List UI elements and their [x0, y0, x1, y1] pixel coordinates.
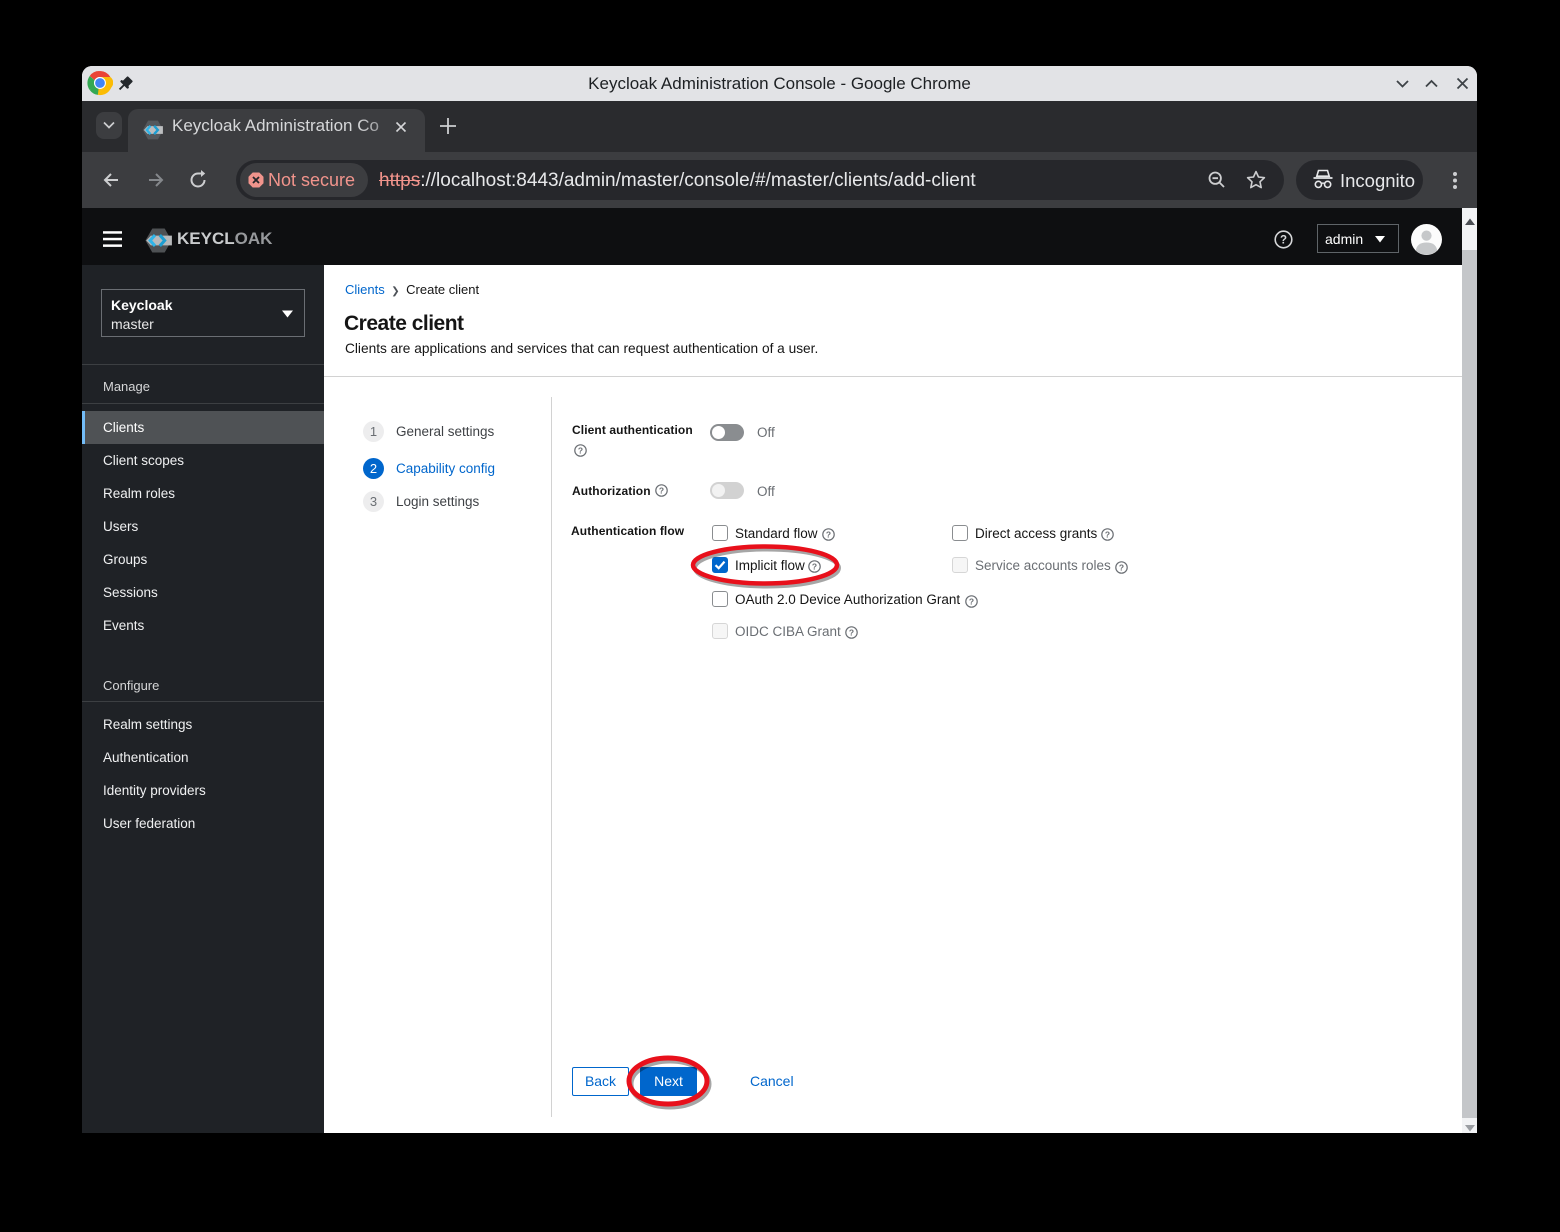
svg-text:?: ?: [578, 446, 583, 456]
svg-text:?: ?: [969, 597, 974, 607]
svg-text:?: ?: [659, 486, 664, 496]
svg-text:?: ?: [849, 628, 854, 638]
svg-text:?: ?: [1119, 563, 1124, 573]
svg-text:?: ?: [1280, 235, 1287, 247]
svg-text:?: ?: [1105, 530, 1110, 540]
